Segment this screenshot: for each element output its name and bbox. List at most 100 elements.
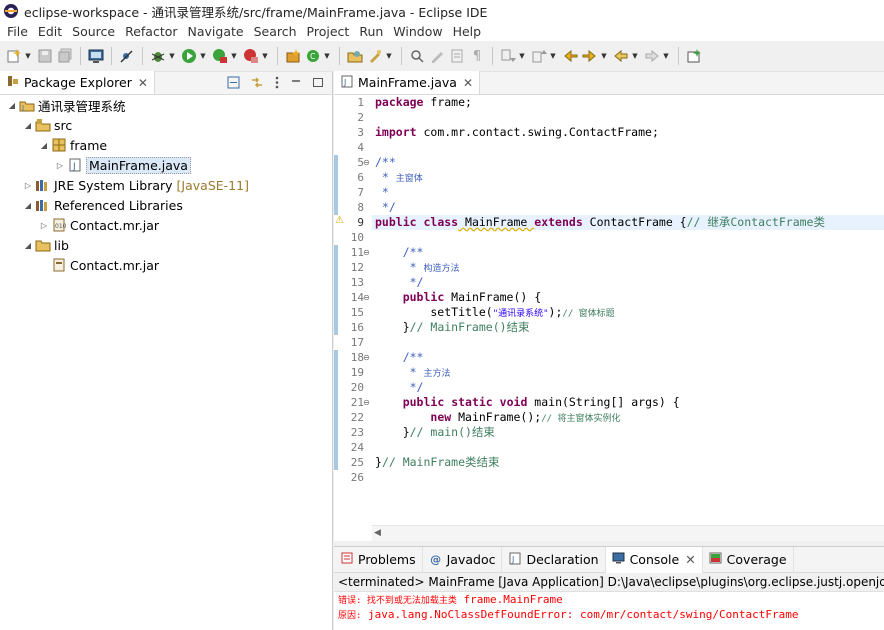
expanded-arrow-icon[interactable]: ◢ bbox=[38, 141, 50, 150]
line-number: 6 bbox=[357, 171, 364, 184]
menu-run[interactable]: Run bbox=[354, 24, 388, 39]
open-task-dropdown-icon[interactable]: ▼ bbox=[385, 47, 393, 65]
new-class-icon[interactable]: C bbox=[304, 47, 322, 65]
prev-annotation-dropdown-icon[interactable]: ▼ bbox=[549, 47, 557, 65]
tab-problems[interactable]: Problems bbox=[334, 546, 423, 573]
code-line: /** bbox=[375, 245, 424, 259]
tree-item-contact-jar-ref[interactable]: ▷ 010 Contact.mr.jar bbox=[38, 215, 159, 235]
horizontal-scrollbar[interactable]: ◀ bbox=[372, 525, 884, 541]
menu-source[interactable]: Source bbox=[67, 24, 120, 39]
external-tools-icon[interactable] bbox=[242, 47, 260, 65]
package-explorer-tools bbox=[227, 76, 324, 92]
tab-console[interactable]: Console ✕ bbox=[605, 546, 703, 573]
expanded-arrow-icon[interactable]: ◢ bbox=[22, 121, 34, 130]
tab-coverage[interactable]: Coverage bbox=[703, 546, 794, 573]
forward-dropdown-icon[interactable]: ▼ bbox=[662, 47, 670, 65]
expanded-arrow-icon[interactable]: ◢ bbox=[22, 201, 34, 210]
skip-breakpoints-icon[interactable] bbox=[118, 47, 136, 65]
open-type-icon[interactable] bbox=[346, 47, 364, 65]
close-icon[interactable]: ✕ bbox=[463, 76, 473, 90]
collapse-all-icon[interactable] bbox=[227, 76, 240, 92]
toggle-mark-icon[interactable] bbox=[408, 47, 426, 65]
line-number: 11 bbox=[350, 246, 364, 259]
back-icon[interactable] bbox=[612, 47, 630, 65]
menu-edit[interactable]: Edit bbox=[33, 24, 67, 39]
debug-dropdown-icon[interactable]: ▼ bbox=[168, 47, 176, 65]
maximize-icon[interactable] bbox=[312, 76, 324, 92]
tree-item-lib-folder[interactable]: ◢ lib bbox=[22, 235, 69, 255]
link-with-editor-icon[interactable] bbox=[250, 76, 264, 92]
fold-toggle-icon[interactable]: ⊖ bbox=[363, 290, 370, 305]
coverage-run-icon[interactable] bbox=[211, 47, 229, 65]
back-dropdown-icon[interactable]: ▼ bbox=[631, 47, 639, 65]
menu-project[interactable]: Project bbox=[302, 24, 355, 39]
tab-package-explorer[interactable]: Package Explorer ✕ bbox=[0, 71, 155, 94]
run-icon[interactable] bbox=[180, 47, 198, 65]
scroll-left-icon[interactable]: ◀ bbox=[374, 528, 381, 538]
tree-item-project[interactable]: ◢ J 通讯录管理系统 bbox=[6, 95, 126, 115]
console-error-line[interactable]: 原因: java.lang.NoClassDefFoundError: com/… bbox=[334, 607, 884, 622]
prev-annotation-icon[interactable] bbox=[530, 47, 548, 65]
line-number: 21 bbox=[350, 396, 364, 409]
tree-item-package-frame[interactable]: ◢ frame bbox=[38, 135, 107, 155]
toggle-block-icon[interactable] bbox=[448, 47, 466, 65]
view-menu-icon[interactable] bbox=[274, 76, 280, 92]
menu-search[interactable]: Search bbox=[249, 24, 302, 39]
tree-item-jre-library[interactable]: ▷ JRE System Library [JavaSE-11] bbox=[22, 175, 249, 195]
debug-icon[interactable] bbox=[149, 47, 167, 65]
fold-toggle-icon[interactable]: ⊖ bbox=[363, 395, 370, 410]
tree-item-mainframe-java[interactable]: ▷ J MainFrame.java bbox=[54, 155, 191, 175]
open-perspective-icon[interactable] bbox=[685, 47, 703, 65]
warning-marker-icon[interactable]: ⚠ bbox=[335, 215, 344, 226]
new-class-dropdown-icon[interactable]: ▼ bbox=[323, 47, 331, 65]
menu-file[interactable]: File bbox=[2, 24, 33, 39]
menu-window[interactable]: Window bbox=[388, 24, 447, 39]
run-dropdown-icon[interactable]: ▼ bbox=[199, 47, 207, 65]
save-all-icon[interactable] bbox=[56, 47, 74, 65]
new-java-project-icon[interactable] bbox=[284, 47, 302, 65]
expanded-arrow-icon[interactable]: ◢ bbox=[22, 241, 34, 250]
code-editor[interactable]: package frame; import com.mr.contact.swi… bbox=[372, 95, 884, 525]
tree-item-referenced-libraries[interactable]: ◢ Referenced Libraries bbox=[22, 195, 183, 215]
show-whitespace-icon[interactable]: ¶ bbox=[468, 47, 486, 65]
next-annotation-dropdown-icon[interactable]: ▼ bbox=[518, 47, 526, 65]
next-annotation-icon[interactable] bbox=[499, 47, 517, 65]
menu-refactor[interactable]: Refactor bbox=[120, 24, 182, 39]
last-edit-location-icon[interactable] bbox=[561, 47, 579, 65]
forward-edit-icon[interactable] bbox=[581, 47, 599, 65]
tree-item-src[interactable]: ◢ src bbox=[22, 115, 72, 135]
forward-edit-dropdown-icon[interactable]: ▼ bbox=[600, 47, 608, 65]
new-icon[interactable] bbox=[5, 47, 23, 65]
collapsed-arrow-icon[interactable]: ▷ bbox=[38, 221, 50, 230]
collapsed-arrow-icon[interactable]: ▷ bbox=[22, 181, 34, 190]
menu-help[interactable]: Help bbox=[448, 24, 487, 39]
java-file-icon: J bbox=[340, 75, 354, 91]
expanded-arrow-icon[interactable]: ◢ bbox=[6, 101, 18, 110]
tree-item-contact-jar-file[interactable]: Contact.mr.jar bbox=[38, 255, 159, 275]
open-task-icon[interactable] bbox=[366, 47, 384, 65]
save-icon[interactable] bbox=[36, 47, 54, 65]
tab-mainframe-java[interactable]: J MainFrame.java ✕ bbox=[334, 71, 481, 94]
edit-pen-icon[interactable] bbox=[428, 47, 446, 65]
external-tools-dropdown-icon[interactable]: ▼ bbox=[261, 47, 269, 65]
fold-toggle-icon[interactable]: ⊖ bbox=[363, 155, 370, 170]
code-line: * 构造方法 bbox=[375, 260, 460, 274]
coverage-dropdown-icon[interactable]: ▼ bbox=[230, 47, 238, 65]
close-icon[interactable]: ✕ bbox=[685, 552, 695, 567]
tab-javadoc[interactable]: @ Javadoc bbox=[423, 546, 503, 573]
fold-toggle-icon[interactable]: ⊖ bbox=[363, 245, 370, 260]
fold-toggle-icon[interactable]: ⊖ bbox=[363, 350, 370, 365]
close-icon[interactable]: ✕ bbox=[138, 76, 148, 90]
line-number: 12 bbox=[350, 261, 364, 274]
tab-declaration[interactable]: J Declaration bbox=[502, 546, 606, 573]
package-explorer-tabbar: Package Explorer ✕ bbox=[0, 71, 332, 95]
tree-label: MainFrame.java bbox=[86, 156, 191, 174]
forward-icon[interactable] bbox=[643, 47, 661, 65]
collapsed-arrow-icon[interactable]: ▷ bbox=[54, 161, 66, 170]
new-dropdown-icon[interactable]: ▼ bbox=[24, 47, 32, 65]
console-error-line[interactable]: 错误: 找不到或无法加载主类 frame.MainFrame bbox=[334, 592, 884, 607]
minimize-icon[interactable] bbox=[290, 76, 302, 92]
terminal-icon[interactable] bbox=[87, 47, 105, 65]
menu-navigate[interactable]: Navigate bbox=[183, 24, 249, 39]
